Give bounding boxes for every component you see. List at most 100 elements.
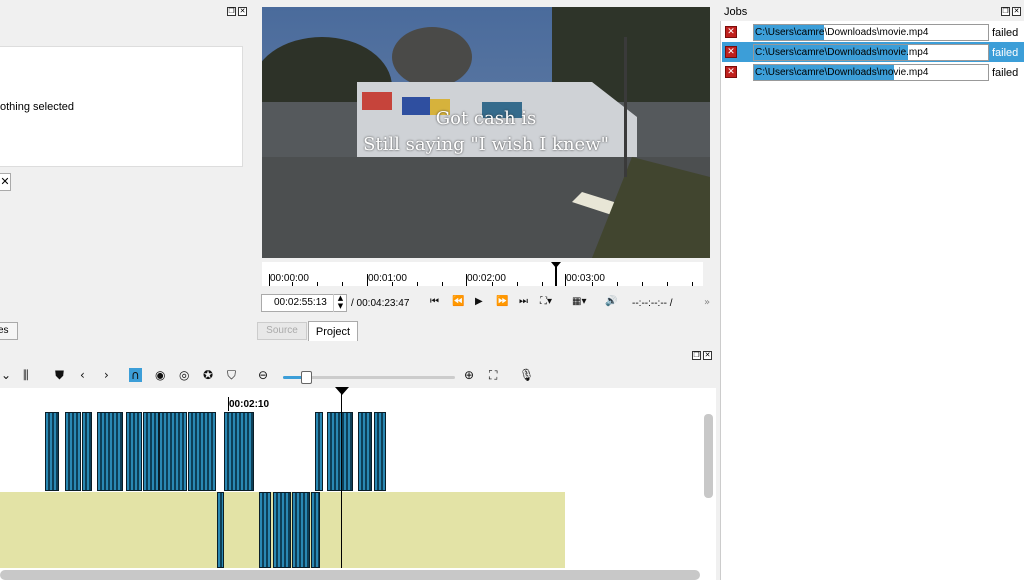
ruler-tick — [466, 274, 467, 286]
video-clip[interactable] — [159, 412, 187, 491]
video-clip[interactable] — [188, 412, 216, 491]
next-icon[interactable]: › — [104, 368, 109, 382]
job-path: C:\Users\camre\Downloads\movie.mp4 — [755, 27, 929, 38]
skip-next-icon[interactable]: ⏭ — [519, 296, 528, 307]
video-frame — [262, 7, 710, 258]
ruler-minor-tick — [692, 282, 693, 286]
rewind-icon[interactable]: ⏪ — [452, 296, 464, 307]
ripple-all-icon[interactable]: ✪ — [203, 368, 213, 382]
jobs-header — [720, 0, 1024, 21]
close-icon[interactable]: ✕ — [1012, 7, 1021, 16]
left-dock-tab[interactable]: es — [0, 322, 18, 340]
zoom-fit-icon[interactable]: ⛶▾ — [540, 296, 552, 307]
grid-icon[interactable]: ▦▾ — [572, 296, 586, 307]
ruler-tick — [565, 274, 566, 286]
video-clip[interactable] — [97, 412, 123, 491]
video-clip[interactable] — [45, 412, 59, 491]
timeline-playhead-icon[interactable] — [335, 387, 349, 395]
horizontal-scrollbar[interactable] — [0, 570, 700, 580]
audio-clip[interactable] — [292, 492, 310, 568]
previous-icon[interactable]: ‹ — [80, 368, 85, 382]
marker-icon[interactable]: ⛊ — [55, 368, 64, 383]
video-clip[interactable] — [82, 412, 92, 491]
subtitle-line-2: Still saying "I wish I knew" — [363, 134, 609, 155]
ruler-tick — [367, 274, 368, 286]
play-icon[interactable]: ▶ — [475, 296, 483, 307]
video-preview[interactable]: Got cash is Still saying "I wish I knew" — [262, 7, 710, 258]
timecode-spinner[interactable]: ▲ ▼ — [333, 294, 347, 312]
video-clip[interactable] — [315, 412, 323, 491]
skip-previous-icon[interactable]: ⏮ — [430, 296, 439, 307]
zoom-slider[interactable] — [283, 371, 455, 384]
ruler-minor-tick — [292, 282, 293, 286]
job-path: C:\Users\camre\Downloads\movie.mp4 — [755, 67, 929, 78]
microphone-icon[interactable]: 🎙 — [519, 368, 534, 382]
video-clip[interactable] — [65, 412, 81, 491]
audio-clip[interactable] — [217, 492, 224, 568]
volume-icon[interactable]: 🔊 — [605, 296, 617, 307]
snap-icon[interactable]: ∩ — [129, 368, 142, 382]
ripple-markers-icon[interactable]: ⛉ — [227, 368, 236, 383]
job-row[interactable]: ✕ C:\Users\camre\Downloads\movie.mp4 fai… — [722, 62, 1024, 82]
ruler-minor-tick — [542, 282, 543, 286]
tab-source[interactable]: Source — [257, 322, 307, 340]
ruler-minor-tick — [517, 282, 518, 286]
vertical-scrollbar[interactable] — [704, 414, 713, 498]
zoom-slider-handle[interactable] — [301, 371, 312, 384]
timeline-dock-buttons: ❐ ✕ — [692, 351, 712, 360]
scrub-icon[interactable]: ◉ — [155, 368, 165, 382]
timeline-time-tick — [228, 397, 229, 411]
in-out-timecode: --:--:--:-- / — [632, 298, 673, 309]
audio-clip[interactable] — [311, 492, 320, 568]
close-icon[interactable]: ✕ — [703, 351, 712, 360]
float-icon[interactable]: ❐ — [1001, 7, 1010, 16]
video-clip[interactable] — [126, 412, 142, 491]
subtitle-line-1: Got cash is — [435, 108, 537, 129]
timeline-playhead[interactable] — [341, 393, 342, 568]
ruler-tick-label: 00:01:00 — [368, 273, 407, 284]
properties-dock-buttons: ❐ ✕ — [227, 7, 247, 16]
video-clip[interactable] — [327, 412, 353, 491]
job-status: failed — [992, 47, 1019, 59]
float-icon[interactable]: ❐ — [692, 351, 701, 360]
more-icon[interactable]: » — [704, 297, 710, 308]
close-icon[interactable]: ✕ — [238, 7, 247, 16]
ruler-minor-tick — [492, 282, 493, 286]
ruler-minor-tick — [642, 282, 643, 286]
job-path: C:\Users\camre\Downloads\movie.mp4 — [755, 47, 929, 58]
zoom-fit-icon[interactable]: ⛶ — [489, 368, 497, 383]
zoom-out-icon[interactable]: ⊖ — [258, 368, 268, 382]
video-clip[interactable] — [143, 412, 159, 491]
split-icon[interactable]: ⫼ — [23, 368, 29, 383]
video-clip[interactable] — [374, 412, 386, 491]
job-row-selected[interactable]: ✕ C:\Users\camre\Downloads\movie.mp4 fai… — [722, 42, 1024, 62]
zoom-in-icon[interactable]: ⊕ — [464, 368, 474, 382]
video-clip[interactable] — [224, 412, 254, 491]
ruler-minor-tick — [342, 282, 343, 286]
job-status: failed — [992, 27, 1019, 39]
error-icon: ✕ — [725, 26, 737, 38]
fast-forward-icon[interactable]: ⏩ — [496, 296, 508, 307]
ruler-playhead[interactable] — [551, 262, 561, 286]
timeline-ruler[interactable]: 00:00:00 00:01:00 00:02:00 00:03:00 — [262, 262, 703, 286]
chevron-down-icon[interactable]: ⌄ — [1, 368, 11, 382]
tab-project[interactable]: Project — [308, 321, 358, 341]
ruler-tick-label: 00:03:00 — [566, 273, 605, 284]
timeline-time-marker: 00:02:10 — [229, 399, 270, 410]
audio-clip[interactable] — [273, 492, 291, 568]
ruler-tick-label: 00:02:00 — [467, 273, 506, 284]
job-row[interactable]: ✕ C:\Users\camre\Downloads\movie.mp4 fai… — [722, 22, 1024, 42]
video-track[interactable] — [0, 411, 565, 492]
audio-track[interactable] — [0, 492, 565, 568]
clear-icon[interactable]: ✕ — [0, 173, 11, 191]
error-icon: ✕ — [725, 66, 737, 78]
audio-clip[interactable] — [259, 492, 271, 568]
ruler-minor-tick — [392, 282, 393, 286]
ripple-icon[interactable]: ◎ — [179, 368, 189, 382]
video-clip[interactable] — [358, 412, 372, 491]
ruler-minor-tick — [317, 282, 318, 286]
error-icon: ✕ — [725, 46, 737, 58]
job-progress: C:\Users\camre\Downloads\movie.mp4 — [753, 64, 989, 81]
jobs-title: Jobs — [724, 6, 748, 18]
float-icon[interactable]: ❐ — [227, 7, 236, 16]
